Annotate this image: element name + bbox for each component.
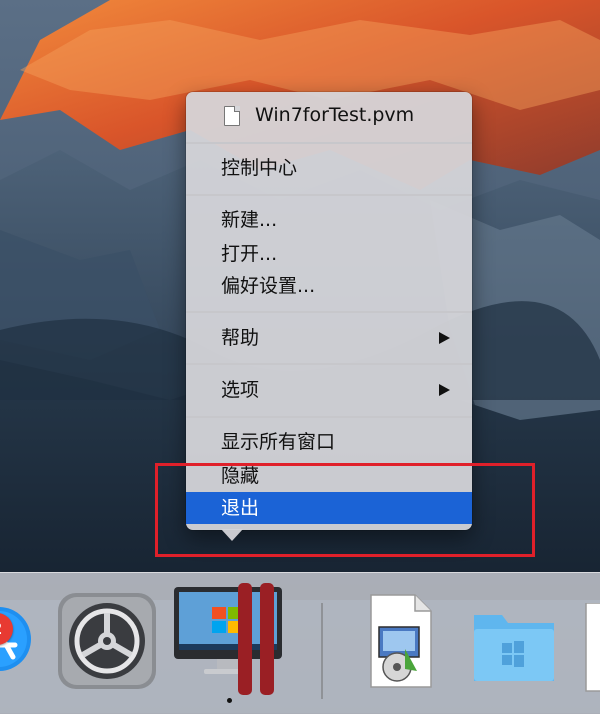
- app-store-icon[interactable]: 2: [0, 595, 37, 673]
- menu-item-label: 退出: [221, 497, 260, 519]
- menu-item-open[interactable]: 打开...: [186, 241, 472, 267]
- file-icon: [224, 106, 240, 126]
- menu-item-label: 显示所有窗口: [221, 431, 336, 453]
- menu-item-label: 新建...: [221, 209, 278, 231]
- menu-separator: [186, 311, 472, 313]
- running-indicator: [227, 698, 232, 703]
- system-preferences-icon[interactable]: [56, 591, 158, 691]
- menu-item-options[interactable]: 选项: [186, 377, 472, 403]
- menu-item-label: 控制中心: [221, 157, 298, 179]
- dock-context-menu: Win7forTest.pvm 控制中心 新建... 打开... 偏好设置...…: [186, 92, 472, 530]
- menu-separator: [186, 194, 472, 196]
- menu-separator: [186, 142, 472, 144]
- menu-item-label: 隐藏: [221, 465, 260, 487]
- installer-icon[interactable]: [365, 591, 437, 691]
- submenu-arrow-icon: [439, 384, 450, 396]
- menu-separator: [186, 363, 472, 365]
- menu-item-file[interactable]: Win7forTest.pvm: [186, 102, 472, 128]
- menu-item-show-all-windows[interactable]: 显示所有窗口: [186, 429, 472, 455]
- folder-icon[interactable]: [468, 595, 560, 691]
- menu-item-label: 打开...: [221, 243, 278, 265]
- menu-item-file-label: Win7forTest.pvm: [255, 104, 415, 126]
- menu-item-label: 选项: [221, 379, 260, 401]
- menu-item-label: 偏好设置...: [221, 275, 316, 297]
- menu-pointer-arrow: [221, 529, 243, 541]
- menu-item-help[interactable]: 帮助: [186, 325, 472, 351]
- menu-item-preferences[interactable]: 偏好设置...: [186, 273, 472, 299]
- submenu-arrow-icon: [439, 332, 450, 344]
- menu-item-hide[interactable]: 隐藏: [186, 463, 472, 489]
- menu-item-control-center[interactable]: 控制中心: [186, 155, 472, 181]
- menu-item-new[interactable]: 新建...: [186, 207, 472, 233]
- dock: 2: [0, 572, 600, 714]
- dock-divider: [321, 603, 323, 699]
- parallels-icon[interactable]: [172, 583, 290, 695]
- menu-item-label: 帮助: [221, 327, 260, 349]
- menu-separator: [186, 416, 472, 418]
- document-icon[interactable]: [582, 602, 600, 693]
- menu-item-quit[interactable]: 退出: [186, 492, 472, 524]
